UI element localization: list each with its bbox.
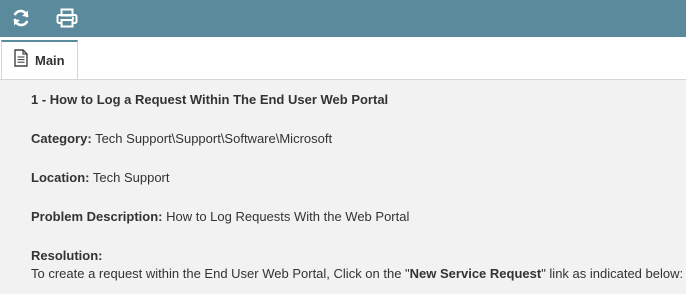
resolution-text-before: To create a request within the End User …	[31, 266, 410, 281]
toolbar	[0, 0, 686, 37]
resolution-text-after: " link as indicated below:	[541, 266, 684, 281]
problem-row: Problem Description: How to Log Requests…	[31, 209, 409, 224]
refresh-button[interactable]	[8, 6, 34, 30]
category-label: Category:	[31, 131, 92, 146]
tab-main-label: Main	[35, 53, 65, 68]
resolution-label: Resolution:	[31, 248, 103, 263]
tab-bar: Main	[0, 37, 686, 80]
resolution-text: To create a request within the End User …	[31, 266, 683, 281]
location-label: Location:	[31, 170, 90, 185]
category-value: Tech Support\Support\Software\Microsoft	[95, 131, 333, 146]
article-title: 1 - How to Log a Request Within The End …	[31, 92, 389, 107]
problem-value: How to Log Requests With the Web Portal	[166, 209, 410, 224]
location-row: Location: Tech Support	[31, 170, 170, 185]
problem-label: Problem Description:	[31, 209, 163, 224]
location-value: Tech Support	[92, 170, 170, 185]
print-button[interactable]	[54, 6, 80, 30]
document-icon	[13, 49, 29, 72]
tab-main[interactable]: Main	[1, 40, 78, 79]
print-icon	[56, 8, 78, 28]
new-service-request-text: New Service Request	[409, 266, 542, 281]
refresh-icon	[11, 8, 31, 28]
article-content: 1 - How to Log a Request Within The End …	[0, 80, 686, 294]
category-row: Category: Tech Support\Support\Software\…	[31, 131, 332, 146]
